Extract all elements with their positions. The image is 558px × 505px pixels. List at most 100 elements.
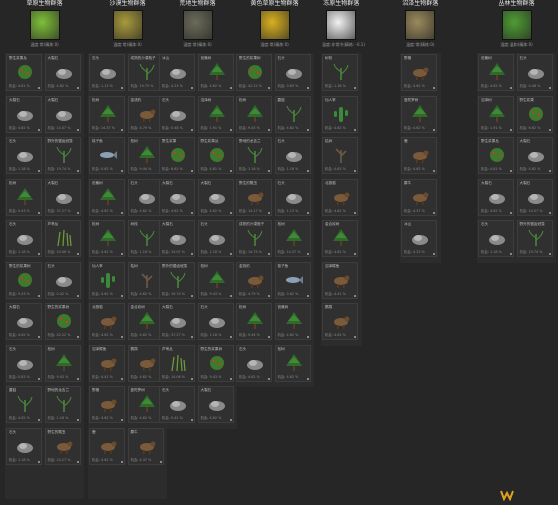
spawn-entry[interactable]: 金钱豹 机会: 4.79 % <box>236 261 272 299</box>
spawn-entry[interactable]: 鹿机会: 4.62 % <box>89 427 125 465</box>
spawn-entry[interactable]: 大裂石 机会: 4.62 % <box>197 386 234 423</box>
rock-icon <box>168 394 188 412</box>
spawn-entry[interactable]: 北极狐 机会: 4.62 % <box>89 303 125 340</box>
spawn-entry[interactable]: 鹿机会: 4.62 % <box>401 137 437 174</box>
spawn-entry[interactable]: 石头 机会: 1.18 % <box>6 137 42 174</box>
spawn-entry[interactable]: 石头 机会: 4.62 % <box>236 344 272 382</box>
spawn-entry[interactable]: 野生浆果丛 机会: 4.81 % <box>478 137 514 174</box>
spawn-entry[interactable]: 沼泽鳄鱼 机会: 4.41 % <box>322 261 358 299</box>
corner-marker <box>229 336 232 338</box>
spawn-entry[interactable]: 金合欢树 机会: 4.62 % <box>322 220 358 257</box>
spawn-entry[interactable]: 野生浆果 机会: 6.62 % <box>159 137 195 174</box>
spawn-entry[interactable]: 麝牛 机会: 4.37 % <box>127 427 164 465</box>
spawn-entry[interactable]: 石头 机会: 0.48 % <box>516 54 553 91</box>
spawn-entry[interactable]: 大裂石 机会: 4.62 % <box>6 303 42 340</box>
spawn-entry[interactable]: 松树 机会: 14.37 % <box>89 95 125 133</box>
spawn-entry[interactable]: 蘑菇 机会: 4.62 % <box>6 386 42 423</box>
spawn-entry[interactable]: 芭蕉树 机会: 4.62 % <box>197 54 234 91</box>
spawn-entry[interactable]: 石头 机会: 0.42 % <box>44 261 81 299</box>
spawn-entry[interactable]: 芦苇丛 机会: 14.06 % <box>44 220 81 257</box>
spawn-entry[interactable]: 大裂石 机会: 4.62 % <box>478 178 514 216</box>
spawn-entry[interactable]: 野生的瓢虫 机会: 14.27 % <box>44 427 81 465</box>
spawn-entry[interactable]: 大裂石 机会: 4.62 % <box>197 178 234 216</box>
spawn-entry[interactable]: 野外的锯齿冠藻 机会: 19.74 % <box>159 261 195 299</box>
corner-marker <box>268 211 270 214</box>
spawn-entry[interactable]: 成熟的沙漠瓶子 机会: 14.75 % <box>236 220 272 257</box>
spawn-entry[interactable]: 松树 机会: 14.37 % <box>274 220 311 257</box>
spawn-entry[interactable]: 大裂石 机会: 37.27 % <box>44 178 81 216</box>
spawn-name: 石头 <box>277 180 285 185</box>
spawn-entry[interactable]: 大裂石 机会: 4.62 % <box>44 54 81 91</box>
spawn-entry[interactable]: 松树 机会: 9.43 % <box>236 95 272 133</box>
spawn-entry[interactable]: 野猪 机会: 4.62 % <box>89 386 125 423</box>
rock-icon <box>15 436 35 454</box>
spawn-entry[interactable]: 石头 机会: 0.83 % <box>274 54 311 91</box>
spawn-entry[interactable]: 大裂石 机会: 14.07 % <box>44 95 81 133</box>
spawn-entry[interactable]: 石头 机会: 0.42 % <box>159 386 195 423</box>
spawn-entry[interactable]: 曼陀罗树 机会: 4.62 % <box>401 95 437 133</box>
spawn-entry[interactable]: 大裂石 机会: 4.62 % <box>159 178 195 216</box>
spawn-entry[interactable]: 蘑菇 机会: 4.62 % <box>274 95 311 133</box>
spawn-entry[interactable]: 石头 机会: 1.18 % <box>197 220 234 257</box>
spawn-entry[interactable]: 沼泽树 机会: 1.91 % <box>478 95 514 133</box>
spawn-entry[interactable]: 石头 机会: 1.18 % <box>6 427 42 465</box>
spawn-entry[interactable]: 野生的浆果树 机会: 42.22 % <box>44 303 81 340</box>
spawn-entry[interactable]: 芦苇丛 机会: 14.06 % <box>159 344 195 382</box>
spawn-entry[interactable]: 芭蕉树 机会: 4.62 % <box>89 178 125 216</box>
spawn-entry[interactable]: 梭子鱼 机会: 0.62 % <box>89 137 125 174</box>
spawn-entry[interactable]: 仙人掌 机会: 4.62 % <box>322 95 358 133</box>
spawn-entry[interactable]: 枯树 机会: 4.62 % <box>322 137 358 174</box>
spawn-entry[interactable]: 冰山 机会: 4.23 % <box>159 54 195 91</box>
spawn-entry[interactable]: 松树 机会: 9.44 % <box>236 303 272 340</box>
spawn-entry[interactable]: 石头 机会: 1.18 % <box>197 303 234 340</box>
spawn-entry[interactable]: 大裂石 机会: 14.07 % <box>516 178 553 216</box>
spawn-entry[interactable]: 野生的瓢虫 机会: 14.27 % <box>236 178 272 216</box>
spawn-entry[interactable]: 野生的浆果树 机会: 9.43 % <box>197 344 234 382</box>
spawn-entry[interactable]: 野猪 机会: 4.62 % <box>401 54 437 91</box>
spawn-entry[interactable]: 野外的锯齿冠藻 机会: 19.74 % <box>516 220 553 257</box>
spawn-entry[interactable]: 大裂石 机会: 4.62 % <box>6 95 42 133</box>
spawn-chance: 机会: 4.37 % <box>404 208 425 213</box>
spawn-entry[interactable]: 麝牛 机会: 4.37 % <box>401 178 437 216</box>
spawn-entry[interactable]: 鹦鹉 机会: 4.62 % <box>322 303 358 340</box>
spawn-entry[interactable]: 芭蕉树 机会: 4.62 % <box>274 303 311 340</box>
spawn-entry[interactable]: 仙人掌 机会: 4.62 % <box>89 261 125 299</box>
spawn-entry[interactable]: 北极狐 机会: 4.62 % <box>322 178 358 216</box>
spawn-entry[interactable]: 大裂石 机会: 4.62 % <box>516 137 553 174</box>
spawn-entry[interactable]: 石头 机会: 1.13 % <box>274 178 311 216</box>
spawn-entry[interactable]: 芭蕉树 机会: 4.62 % <box>478 54 514 91</box>
corner-marker <box>76 336 79 338</box>
spawn-entry[interactable]: 野地的龙舌兰 机会: 1.18 % <box>44 386 81 423</box>
spawn-entry[interactable]: 松树 机会: 9.43 % <box>6 178 42 216</box>
spawn-entry[interactable]: 石头 机会: 1.18 % <box>274 137 311 174</box>
spawn-entry[interactable]: 石头 机会: 0.83 % <box>6 344 42 382</box>
spawn-entry[interactable]: 野生的浆果树 机会: 9.43 % <box>6 261 42 299</box>
spawn-entry[interactable]: 野外的锯齿冠藻 机会: 19.74 % <box>44 137 81 174</box>
spawn-entry[interactable]: 野生浆果丛 机会: 4.81 % <box>6 54 42 91</box>
spawn-entry[interactable]: 松树 机会: 4.62 % <box>274 344 311 382</box>
spawn-entry[interactable]: 大裂石 机会: 37.27 % <box>159 303 195 340</box>
spawn-entry[interactable]: 梭子鱼 机会: 0.62 % <box>274 261 311 299</box>
spawn-name: 鹿 <box>92 429 96 434</box>
spawn-entry[interactable]: 大裂石 机会: 14.07 % <box>159 220 195 257</box>
spawn-entry[interactable]: 冰山 机会: 4.23 % <box>401 220 437 257</box>
spawn-entry[interactable]: 树枝 机会: 1.18 % <box>322 54 358 91</box>
spawn-entry[interactable]: 野地的龙舌兰 机会: 1.18 % <box>236 137 272 174</box>
spawn-entry[interactable]: 松树 机会: 9.43 % <box>197 261 234 299</box>
spawn-entry[interactable]: 石头 机会: 0.48 % <box>159 95 195 133</box>
spawn-entry[interactable]: 石头 机会: 1.18 % <box>6 220 42 257</box>
spawn-entry[interactable]: 松树 机会: 4.62 % <box>89 220 125 257</box>
corner-marker <box>354 87 356 89</box>
spawn-entry[interactable]: 野生浆果丛 机会: 4.81 % <box>197 137 234 174</box>
spawn-entry[interactable]: 沼泽树 机会: 1.91 % <box>197 95 234 133</box>
spawn-entry[interactable]: 石头 机会: 1.13 % <box>89 54 125 91</box>
spawn-entry[interactable]: 野生浆果 机会: 6.62 % <box>516 95 553 133</box>
spawn-entry[interactable]: 沼泽鳄鱼 机会: 4.41 % <box>89 344 125 382</box>
spawn-entry[interactable]: 野生的浆果树 机会: 42.22 % <box>236 54 272 91</box>
spawn-entry[interactable]: 松树 机会: 9.43 % <box>44 344 81 382</box>
spawn-entry[interactable]: 石头 机会: 1.18 % <box>478 220 514 257</box>
corner-marker <box>354 170 356 172</box>
corner-marker <box>268 253 270 255</box>
spawn-name: 鹦鹉 <box>325 305 333 309</box>
corner-marker <box>159 460 162 463</box>
